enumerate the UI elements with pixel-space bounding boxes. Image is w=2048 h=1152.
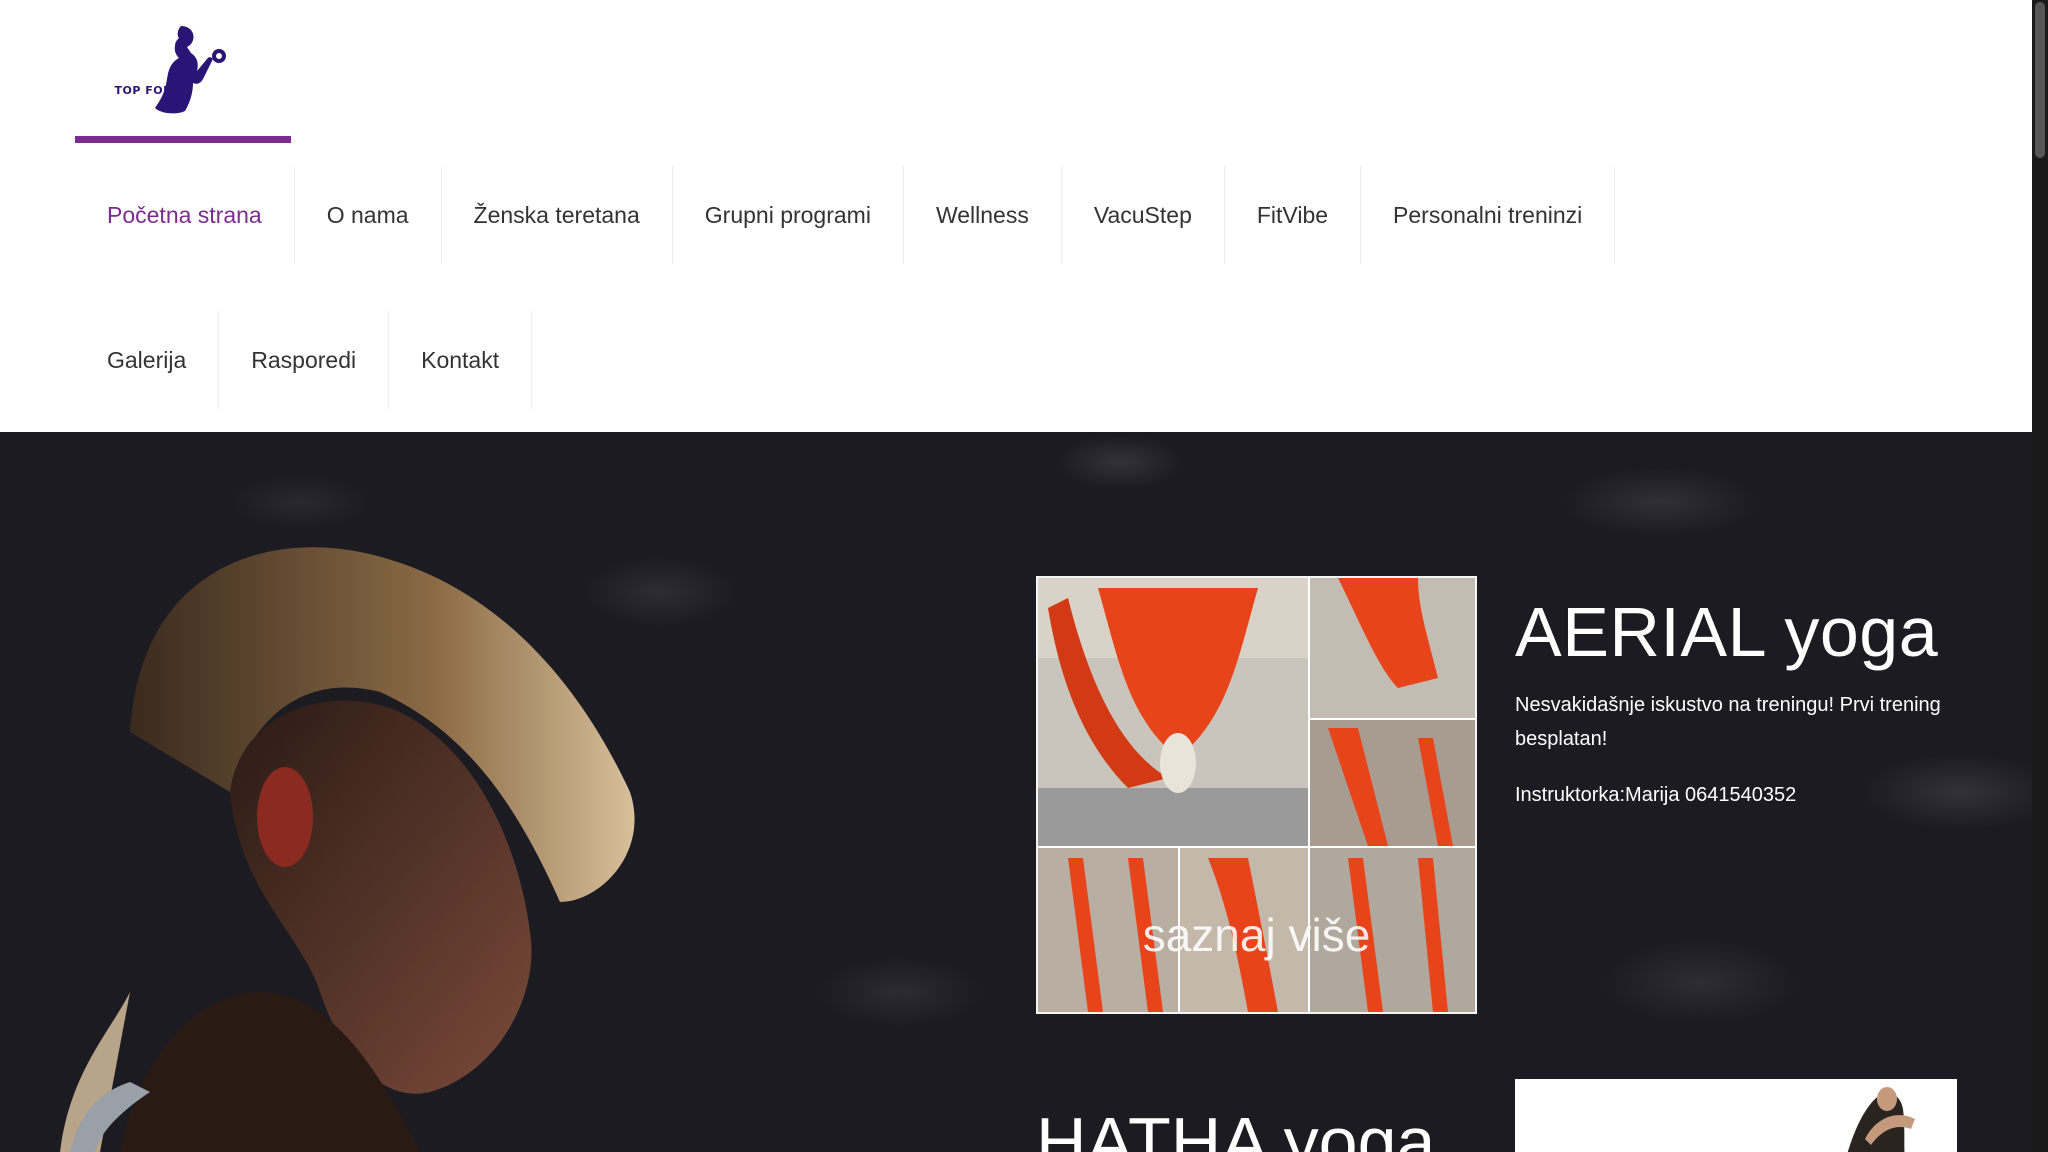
- nav-item-o-nama[interactable]: O nama: [295, 166, 442, 264]
- hatha-yoga-title: HATHA yoga: [1036, 1103, 1436, 1152]
- hero-woman-image: [60, 547, 635, 1152]
- nav-item-fitvibe[interactable]: FitVibe: [1225, 166, 1362, 264]
- page: TOP FORM Početna strana O nama Ženska te…: [0, 0, 2032, 1152]
- nav-item-wellness[interactable]: Wellness: [904, 166, 1062, 264]
- nav-item-zenska-teretana[interactable]: Ženska teretana: [442, 166, 673, 264]
- nav-item-personalni-treninzi[interactable]: Personalni treninzi: [1361, 166, 1616, 264]
- nav-item-galerija[interactable]: Galerija: [75, 311, 220, 409]
- scrollbar-thumb[interactable]: [2035, 2, 2045, 158]
- hero-section: saznaj više AERIAL yoga Nesvakidašnje is…: [0, 432, 2032, 1152]
- aerial-yoga-title: AERIAL yoga: [1515, 593, 1939, 671]
- learn-more-link[interactable]: saznaj više: [1038, 908, 1475, 962]
- logo-wordmark: TOP FORM: [114, 84, 184, 97]
- nav-item-rasporedi[interactable]: Rasporedi: [219, 311, 390, 409]
- nav-item-grupni-programi[interactable]: Grupni programi: [673, 166, 904, 264]
- aerial-yoga-collage-link[interactable]: saznaj više: [1036, 576, 1477, 1014]
- logo-link[interactable]: TOP FORM: [75, 0, 291, 144]
- aerial-yoga-description: Nesvakidašnje iskustvo na treningu! Prvi…: [1515, 694, 1941, 750]
- logo-underline: [75, 136, 291, 143]
- site-header: TOP FORM Početna strana O nama Ženska te…: [0, 0, 2032, 432]
- main-nav-row-1: Početna strana O nama Ženska teretana Gr…: [75, 166, 1616, 264]
- nav-item-kontakt[interactable]: Kontakt: [389, 311, 533, 409]
- aerial-yoga-instructor: Instruktorka:Marija 0641540352: [1515, 784, 1797, 806]
- page-scrollbar[interactable]: [2032, 0, 2048, 1152]
- top-form-logo: [155, 26, 226, 114]
- hatha-yoga-image[interactable]: [1515, 1079, 1957, 1152]
- nav-item-vacustep[interactable]: VacuStep: [1062, 166, 1225, 264]
- main-nav-row-2: Galerija Rasporedi Kontakt: [75, 311, 533, 409]
- nav-item-pocetna-strana[interactable]: Početna strana: [75, 166, 295, 264]
- hatha-yoga-photo: [1847, 1087, 1915, 1152]
